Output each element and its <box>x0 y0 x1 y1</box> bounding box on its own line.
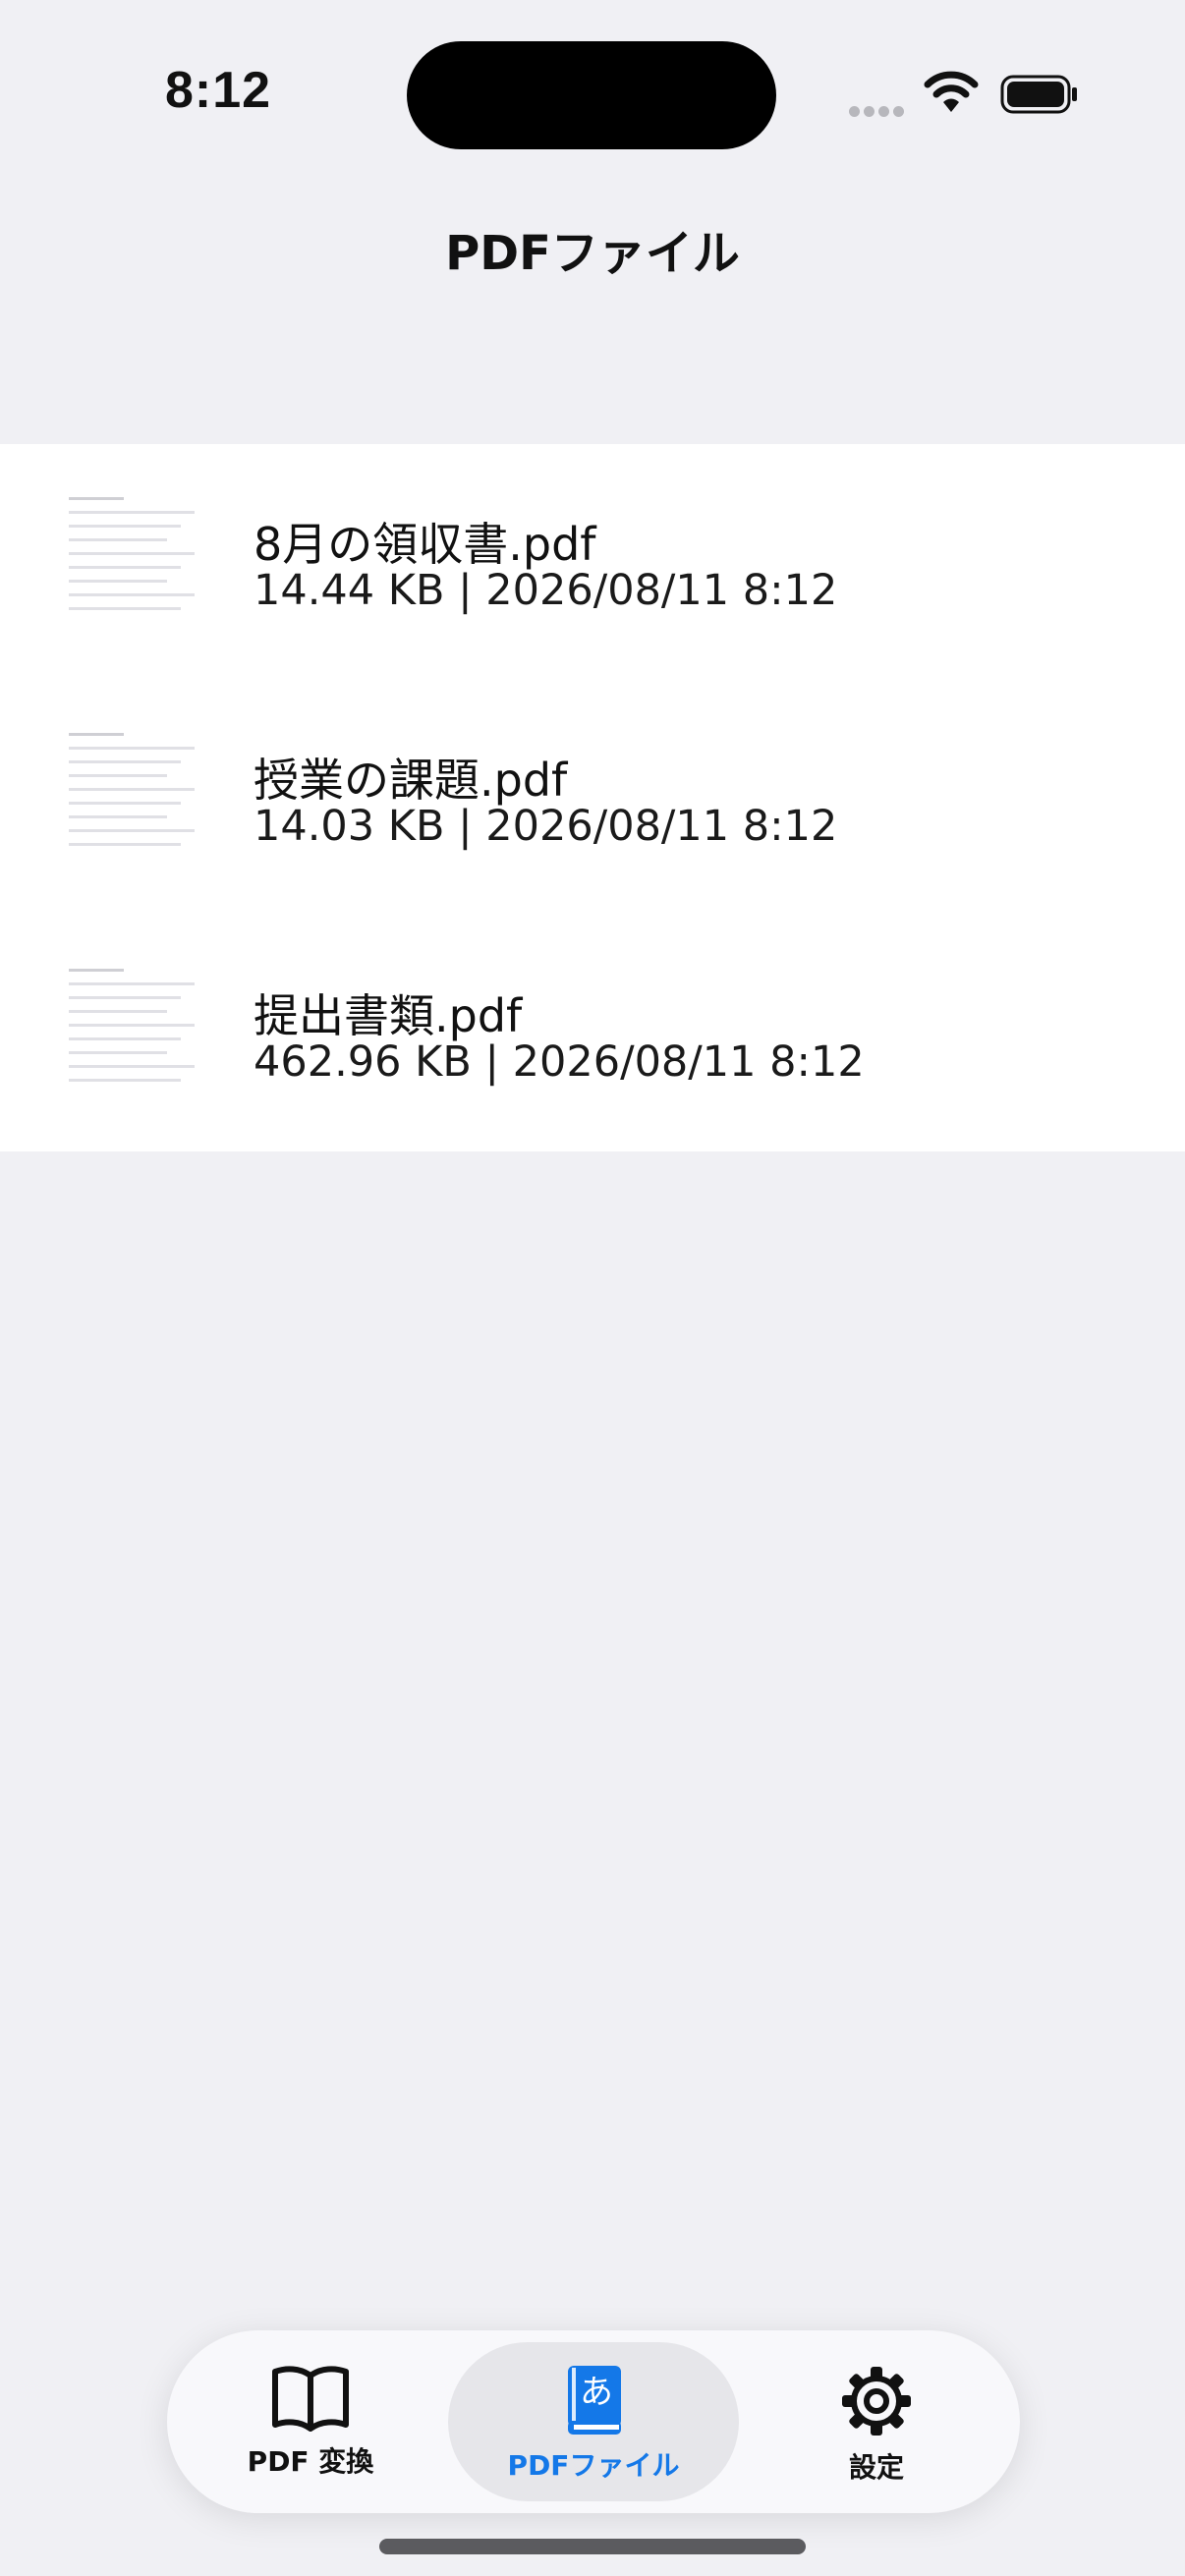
battery-icon <box>1000 75 1077 114</box>
file-name: 8月の領収書.pdf <box>254 518 596 571</box>
home-indicator[interactable] <box>379 2539 806 2554</box>
page-title: PDFファイル <box>445 226 740 281</box>
file-name: 授業の課題.pdf <box>254 754 568 807</box>
book-open-icon <box>272 2366 349 2432</box>
pdf-thumbnail <box>67 497 197 625</box>
pdf-thumbnail <box>67 733 197 861</box>
file-row[interactable]: 授業の課題.pdf 14.03 KB | 2026/08/11 8:12 <box>0 680 1185 916</box>
status-time: 8:12 <box>165 62 272 119</box>
file-row[interactable]: 8月の領収書.pdf 14.44 KB | 2026/08/11 8:12 <box>0 444 1185 680</box>
file-row[interactable]: 提出書類.pdf 462.96 KB | 2026/08/11 8:12 <box>0 916 1185 1151</box>
tab-settings[interactable]: 設定 <box>768 2342 985 2501</box>
tab-label: 設定 <box>848 2451 904 2484</box>
pdf-thumbnail <box>67 969 197 1096</box>
tab-label: PDF 変換 <box>247 2445 374 2478</box>
gear-icon <box>842 2367 911 2436</box>
file-list: 8月の領収書.pdf 14.44 KB | 2026/08/11 8:12 授業… <box>0 444 1185 1151</box>
dynamic-island <box>407 41 776 149</box>
dictionary-book-icon: あ <box>568 2366 621 2435</box>
cellular-signal-icon <box>849 102 908 121</box>
file-size-date: 14.03 KB | 2026/08/11 8:12 <box>254 802 838 851</box>
svg-text:あ: あ <box>580 2373 613 2412</box>
tab-pdf-convert[interactable]: PDF 変換 <box>202 2342 419 2501</box>
file-name: 提出書類.pdf <box>254 989 523 1042</box>
tab-bar: PDF 変換 あ PDFファイル 設定 <box>167 2330 1020 2513</box>
file-size-date: 462.96 KB | 2026/08/11 8:12 <box>254 1037 865 1087</box>
tab-pdf-files[interactable]: あ PDFファイル <box>448 2342 739 2501</box>
wifi-icon <box>924 71 979 112</box>
tab-label: PDFファイル <box>507 2449 680 2482</box>
file-size-date: 14.44 KB | 2026/08/11 8:12 <box>254 566 838 615</box>
